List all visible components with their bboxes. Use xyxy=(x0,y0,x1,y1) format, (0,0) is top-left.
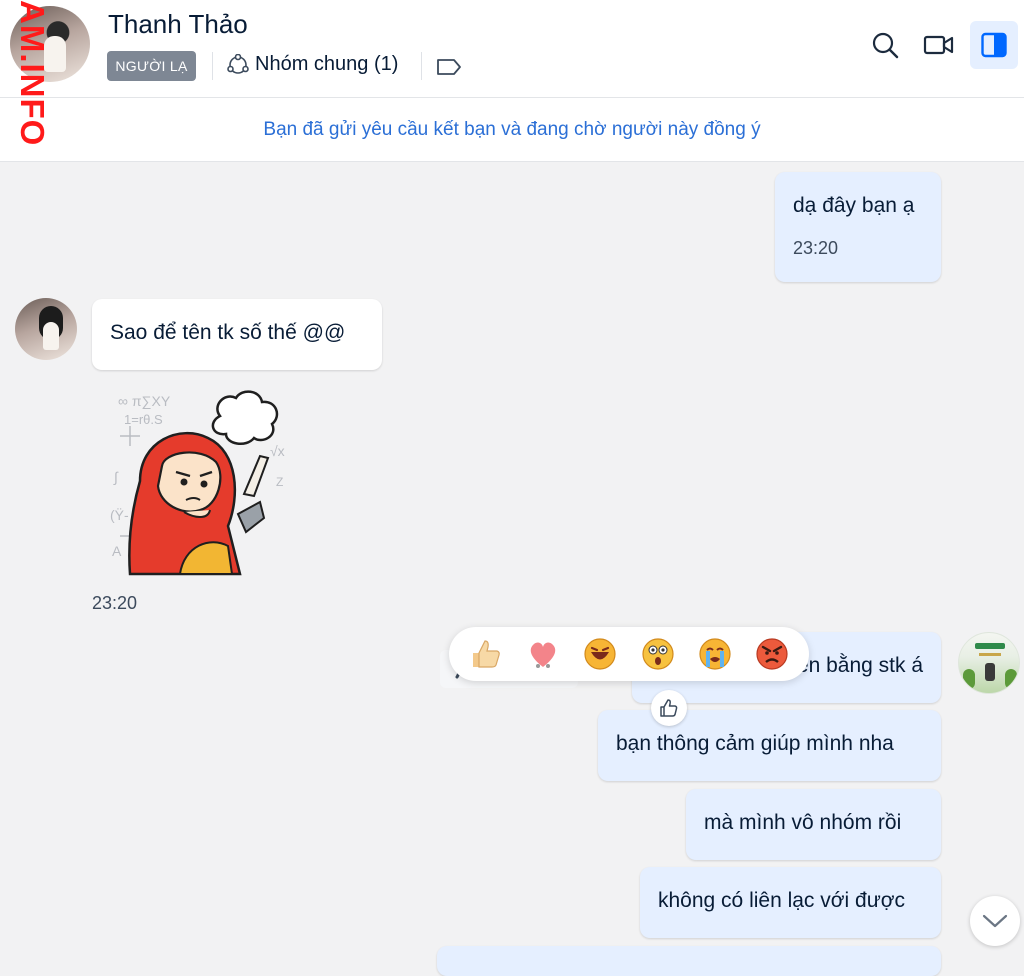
friend-request-banner: Bạn đã gửi yêu cầu kết bạn và đang chờ n… xyxy=(0,98,1024,162)
message-bubble-received[interactable]: Sao để tên tk số thế @@ xyxy=(92,299,382,370)
react-button[interactable] xyxy=(651,690,687,726)
search-icon xyxy=(872,32,899,59)
message-bubble-sent[interactable]: dạ đây bạn ạ 23:20 xyxy=(775,172,941,282)
video-call-button[interactable] xyxy=(915,21,963,69)
message-bubble-sent-partial[interactable] xyxy=(437,946,941,976)
message-text: dạ đây bạn ạ xyxy=(793,194,915,217)
reaction-picker xyxy=(449,627,809,681)
message-bubble-sent[interactable]: mà mình vô nhóm rồi xyxy=(686,789,941,860)
divider xyxy=(421,52,422,80)
sidebar-toggle-button[interactable] xyxy=(970,21,1018,69)
contact-name[interactable]: Thanh Thảo xyxy=(108,9,248,40)
surprised-icon[interactable] xyxy=(640,636,676,672)
svg-text:(Ÿ-: (Ÿ- xyxy=(110,507,129,523)
message-time: 23:20 xyxy=(92,593,138,613)
message-bubble-sent[interactable]: không có liên lạc với được xyxy=(640,867,941,938)
svg-text:∫: ∫ xyxy=(113,469,119,485)
search-button[interactable] xyxy=(861,21,909,69)
svg-text:√x: √x xyxy=(270,443,285,459)
video-call-icon xyxy=(923,35,954,55)
group-icon xyxy=(227,54,249,74)
message-time: 23:20 xyxy=(793,238,839,258)
heart-icon[interactable] xyxy=(525,636,561,672)
my-avatar[interactable] xyxy=(958,632,1020,694)
svg-text:Z: Z xyxy=(276,475,283,489)
angry-icon[interactable] xyxy=(754,636,790,672)
message-text: bạn thông cảm giúp mình nha xyxy=(616,732,894,755)
message-text: không có liên lạc với được xyxy=(658,889,906,912)
chat-header: Thanh Thảo NGƯỜI LẠ Nhóm chung (1) xyxy=(0,0,1024,98)
thumbs-up-outline-icon xyxy=(660,699,678,717)
chevron-down-icon xyxy=(982,914,1008,928)
stranger-badge: NGƯỜI LẠ xyxy=(107,51,196,81)
divider xyxy=(212,52,213,80)
svg-text:∞ π∑XY: ∞ π∑XY xyxy=(118,393,171,409)
svg-text:A: A xyxy=(112,543,122,559)
contact-avatar-small[interactable] xyxy=(15,298,77,360)
common-groups-link[interactable]: Nhóm chung (1) xyxy=(255,53,398,76)
message-bubble-sent[interactable]: bạn thông cảm giúp mình nha xyxy=(598,710,941,781)
laugh-icon[interactable] xyxy=(582,636,618,672)
monkey-sticker-image[interactable]: ∞ π∑XY 1=rθ.S ∫ (Ÿ- A √x Z xyxy=(100,386,300,582)
tag-icon[interactable] xyxy=(436,58,462,76)
thumbs-up-icon[interactable] xyxy=(468,636,504,672)
message-text: mà mình vô nhóm rồi xyxy=(704,811,902,834)
watermark: AM.INFO xyxy=(14,0,51,147)
svg-text:1=rθ.S: 1=rθ.S xyxy=(124,412,163,427)
message-text: Sao để tên tk số thế @@ xyxy=(110,321,346,344)
scroll-to-bottom-button[interactable] xyxy=(970,896,1020,946)
cry-icon[interactable] xyxy=(697,636,733,672)
sidebar-toggle-icon xyxy=(981,32,1007,58)
